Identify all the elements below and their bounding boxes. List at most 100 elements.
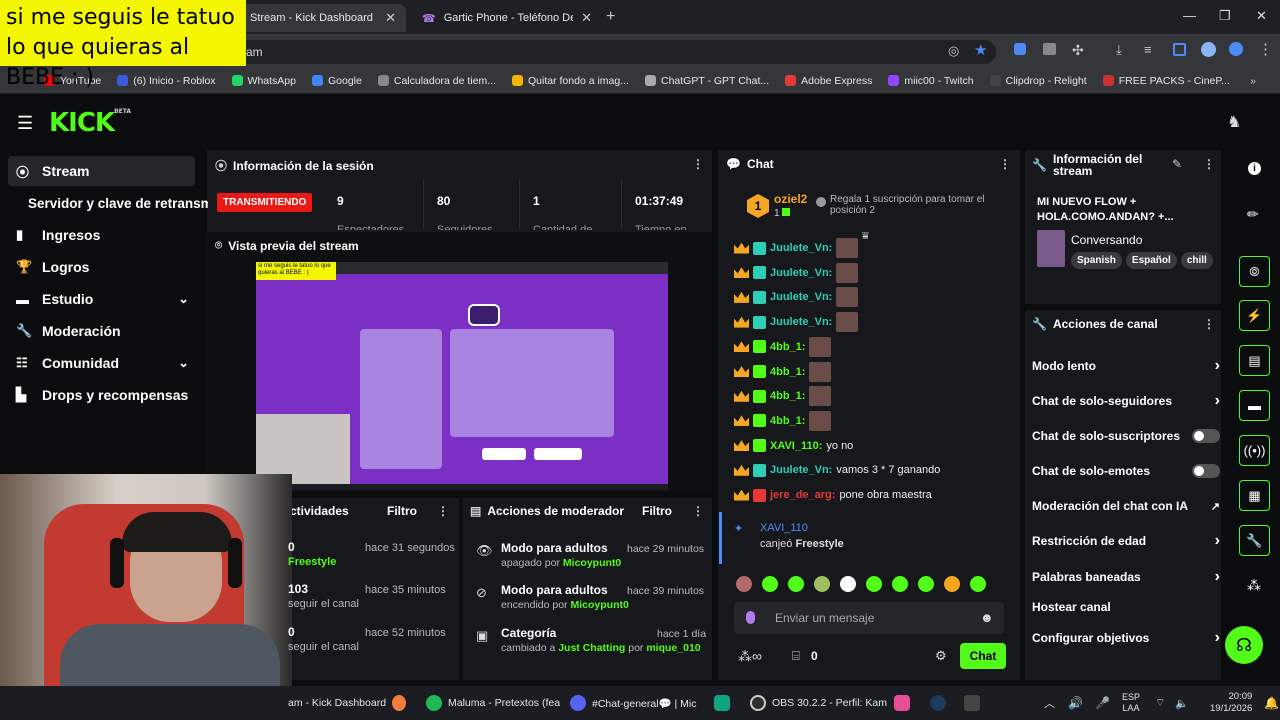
emote-icon[interactable]: [788, 576, 804, 592]
sidebar-item-comunidad[interactable]: ☷ Comunidad ⌄: [8, 348, 195, 378]
chat-username[interactable]: Juulete_Vn:: [770, 464, 832, 476]
channel-action-chat-de-solo-seguidores[interactable]: Chat de solo-seguidores ›: [1032, 392, 1220, 410]
emote-icon[interactable]: [840, 576, 856, 592]
user-menu-icon[interactable]: ♞: [1227, 112, 1241, 132]
emote-icon[interactable]: [814, 576, 830, 592]
chat-popout-button[interactable]: ▬: [1239, 390, 1270, 421]
channel-action-modo-lento[interactable]: Modo lento ›: [1032, 357, 1220, 375]
sidebar-item-estudio[interactable]: ▬ Estudio ⌄: [8, 284, 195, 314]
clip-button[interactable]: ⦾: [1239, 256, 1270, 287]
emoji-picker-icon[interactable]: ☻: [980, 610, 994, 625]
taskbar-app-icon[interactable]: [392, 686, 406, 720]
channel-action-configurar-objetivos[interactable]: Configurar objetivos ›: [1032, 629, 1220, 647]
info-icon[interactable]: i: [1248, 162, 1261, 175]
emote-icon[interactable]: [918, 576, 934, 592]
mod-user[interactable]: mique_010: [646, 642, 700, 654]
minimize-button[interactable]: —: [1183, 8, 1196, 23]
taskbar-kick[interactable]: am - Kick Dashboard: [288, 686, 386, 720]
stream-tag[interactable]: chill: [1180, 252, 1213, 269]
emote-icon[interactable]: [866, 576, 882, 592]
stream-tag[interactable]: Spanish: [1071, 252, 1122, 269]
activity-menu-icon[interactable]: ⋮: [437, 504, 449, 518]
bookmarks-overflow-icon[interactable]: »: [1250, 75, 1256, 87]
bookmark-item[interactable]: ChatGPT - GPT Chat...: [644, 75, 769, 87]
channel-action-chat-de-solo-emotes[interactable]: Chat de solo-emotes: [1032, 462, 1220, 480]
session-menu-icon[interactable]: ⋮: [692, 157, 704, 171]
mod-menu-icon[interactable]: ⋮: [692, 504, 704, 518]
pen-icon[interactable]: ✏: [1247, 206, 1259, 223]
sidebar-item-moderación[interactable]: 🔧 Moderación: [8, 316, 195, 346]
sidebar-item-drops[interactable]: ▙ Drops y recompensas: [8, 380, 195, 410]
notification-icon[interactable]: 🔔: [1264, 686, 1279, 720]
sidebar-item-stream[interactable]: ⦿ Stream: [8, 156, 195, 186]
new-tab-button[interactable]: +: [606, 8, 615, 26]
sidebar-item-logros[interactable]: 🏆 Logros: [8, 252, 195, 282]
chat-menu-icon[interactable]: ⋮: [999, 157, 1011, 171]
layout-button[interactable]: ▦: [1239, 480, 1270, 511]
gifter-name[interactable]: oziel2: [774, 192, 807, 206]
stream-info-menu-icon[interactable]: ⋮: [1203, 157, 1215, 171]
chat-username[interactable]: 4bb_1:: [770, 366, 805, 378]
activity-filter-button[interactable]: Filtro: [387, 504, 417, 518]
maximize-button[interactable]: ❐: [1219, 8, 1231, 24]
gift-prompt[interactable]: Regala 1 suscripción para tomar el posic…: [830, 194, 1016, 216]
notes-button[interactable]: ▤: [1239, 345, 1270, 376]
close-window-button[interactable]: ✕: [1256, 8, 1267, 24]
close-tab-icon[interactable]: ✕: [385, 10, 396, 26]
taskbar-app4[interactable]: [964, 686, 980, 720]
activity-user[interactable]: 0: [288, 540, 295, 554]
mod-user[interactable]: Micoypunt0: [563, 557, 621, 569]
points-icon[interactable]: ⁂∞: [738, 648, 762, 665]
channel-action-restricci-n-de-edad[interactable]: Restricción de edad ›: [1032, 532, 1220, 550]
taskbar-obs[interactable]: OBS 30.2.2 - Perfil: Kam: [750, 686, 887, 720]
bookmark-item[interactable]: WhatsApp: [231, 75, 296, 87]
url-field[interactable]: am: [236, 40, 996, 64]
puzzle-icon[interactable]: ✣: [1072, 42, 1084, 59]
stream-tag[interactable]: Español: [1125, 252, 1177, 269]
quick-action-button[interactable]: ⚡: [1239, 300, 1270, 331]
chat-username[interactable]: 4bb_1:: [770, 415, 805, 427]
taskbar-app2[interactable]: [714, 686, 730, 720]
sidepanel-icon[interactable]: [1173, 43, 1186, 56]
bookmark-item[interactable]: Calculadora de tiem...: [377, 75, 496, 87]
language-indicator[interactable]: ESP LAA: [1122, 686, 1140, 720]
chat-username[interactable]: 4bb_1:: [770, 390, 805, 402]
kick-logo[interactable]: KICKBETA: [49, 108, 131, 138]
emote-icon[interactable]: [892, 576, 908, 592]
chat-settings-icon[interactable]: ⚙: [935, 648, 947, 664]
toggle-switch[interactable]: [1192, 464, 1220, 478]
bookmark-item[interactable]: Quitar fondo a imag...: [512, 75, 629, 87]
eye-off-icon[interactable]: ◎: [948, 43, 959, 59]
taskbar-steam[interactable]: [930, 686, 946, 720]
star-icon[interactable]: ★: [974, 41, 987, 59]
sidebar-item-ingresos[interactable]: ▮ Ingresos: [8, 220, 195, 250]
channel-actions-menu-icon[interactable]: ⋮: [1203, 317, 1215, 331]
bookmark-item[interactable]: FREE PACKS - CineP...: [1102, 75, 1230, 87]
tray-chevron-icon[interactable]: ︿: [1044, 686, 1055, 720]
category-name[interactable]: Conversando: [1071, 233, 1142, 247]
mic-tray-icon[interactable]: 🎤: [1095, 686, 1110, 720]
channel-action-hostear-canal[interactable]: Hostear canal: [1032, 598, 1220, 616]
tab-gartic-phone[interactable]: ☎ Gartic Phone - Teléfono Descon ✕: [412, 4, 602, 32]
bookmark-item[interactable]: Adobe Express: [785, 75, 872, 87]
chat-username[interactable]: XAVI_110:: [770, 440, 822, 452]
emote-icon[interactable]: [762, 576, 778, 592]
profile-avatar[interactable]: [1201, 42, 1216, 57]
share-icon[interactable]: ⁂: [1247, 577, 1261, 594]
redeem-user[interactable]: XAVI_110: [760, 522, 808, 534]
bookmark-item[interactable]: Clipdrop - Relight: [989, 75, 1087, 87]
taskbar-app3[interactable]: [894, 686, 910, 720]
wifi-icon[interactable]: ⌔: [1155, 686, 1165, 720]
chat-username[interactable]: Juulete_Vn:: [770, 291, 832, 303]
activity-user[interactable]: 0: [288, 625, 295, 639]
channel-action-palabras-baneadas[interactable]: Palabras baneadas ›: [1032, 568, 1220, 586]
extension-icon[interactable]: [1014, 43, 1026, 55]
media-icon[interactable]: ≡: [1144, 42, 1152, 57]
tools-button[interactable]: 🔧: [1239, 525, 1270, 556]
chat-username[interactable]: Juulete_Vn:: [770, 267, 832, 279]
category-thumbnail[interactable]: [1037, 230, 1065, 267]
taskbar-spotify[interactable]: Maluma - Pretextos (fea: [426, 686, 560, 720]
support-chat-button[interactable]: ☊: [1225, 626, 1263, 664]
mod-user[interactable]: Just Chatting: [558, 642, 625, 654]
emote-icon[interactable]: [970, 576, 986, 592]
